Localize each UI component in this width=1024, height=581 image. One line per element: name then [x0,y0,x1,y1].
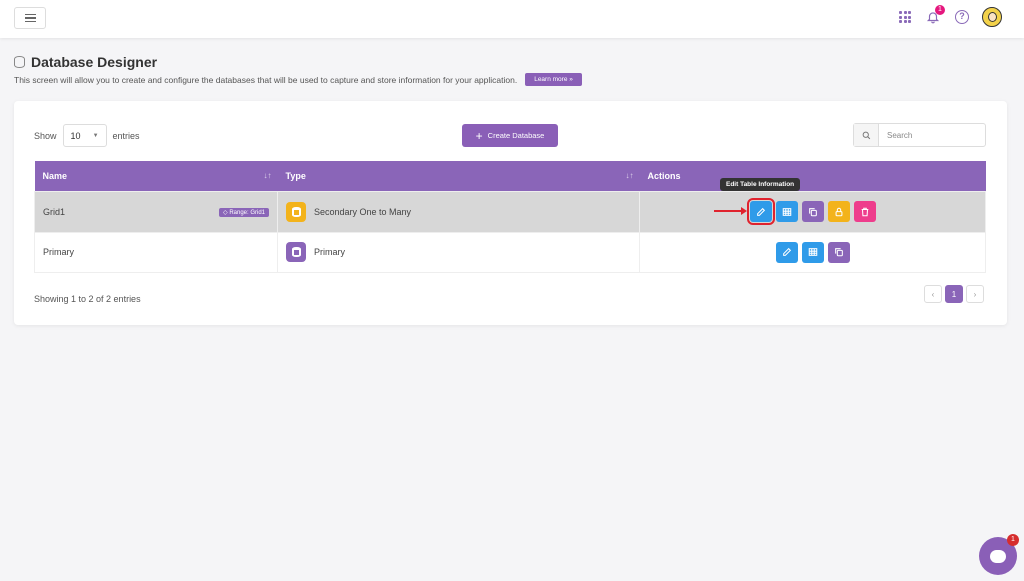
edit-icon [756,207,765,216]
chat-badge: 1 [1007,534,1019,546]
annotation-arrow [714,210,744,212]
cell-type: Primary [277,231,640,273]
pagination-next-button[interactable]: › [966,285,984,303]
database-table: Name ↓↑ Type ↓↑ Actions Grid1 ◇ Range: G… [34,161,986,273]
table-header-row: Name ↓↑ Type ↓↑ Actions [34,161,986,191]
notification-bell-icon[interactable]: 1 [924,5,945,26]
sort-icon: ↓↑ [263,171,272,180]
copy-button[interactable] [801,201,824,222]
grid-icon [782,207,791,216]
learn-more-button[interactable]: Learn more » [525,73,582,86]
search-icon [854,124,879,146]
create-database-label: Create Database [487,131,545,140]
plus-icon: + [475,128,483,143]
hamburger-menu-button[interactable] [14,7,46,29]
notification-badge: 1 [935,5,945,15]
entries-value: 10 [70,130,81,141]
column-header-type[interactable]: Type ↓↑ [277,161,640,191]
search-input[interactable] [879,124,979,146]
cell-actions [639,190,986,233]
column-header-name[interactable]: Name ↓↑ [34,161,278,191]
cell-name: Primary [34,231,278,273]
column-header-actions: Actions [639,161,986,191]
table-info: Showing 1 to 2 of 2 entries [34,294,141,304]
page-title-row: Database Designer [14,54,157,70]
edit-table-info-button[interactable] [775,241,798,263]
database-type-icon [286,242,306,262]
user-avatar[interactable] [982,7,1002,27]
cell-actions [639,231,986,273]
pagination: ‹ 1 › [924,285,984,303]
pagination-page-button[interactable]: 1 [945,285,963,303]
delete-button[interactable] [853,201,876,222]
lock-icon [835,207,842,216]
page-header: Database Designer [14,54,157,70]
pagination-prev-button[interactable]: ‹ [924,285,942,303]
database-list-card: Show 10 ▼ entries + Create Database Name… [14,101,1007,325]
copy-icon [834,248,843,257]
page-description: This screen will allow you to create and… [14,74,518,85]
trash-icon [861,207,868,216]
copy-icon [808,207,817,216]
top-bar: 1 ? [0,0,1024,38]
entries-label: entries [112,130,140,141]
edit-icon [782,247,791,256]
cell-name: Grid1 ◇ Range: Grid1 [34,190,278,233]
caret-down-icon: ▼ [92,132,99,139]
copy-button[interactable] [827,241,850,263]
edit-table-info-button[interactable] [746,198,775,225]
chat-icon [990,549,1006,563]
chat-launcher-button[interactable]: 1 [979,534,1019,575]
annotation-arrow-head [741,207,747,215]
top-icons: 1 ? [899,5,1002,27]
help-icon[interactable]: ? [955,10,969,24]
grid-view-button[interactable] [775,201,798,222]
page-title: Database Designer [31,54,158,70]
search-box [853,123,986,147]
range-badge: ◇ Range: Grid1 [219,207,269,217]
database-type-icon [286,201,306,222]
apps-grid-icon[interactable] [899,11,911,23]
grid-icon [808,248,817,256]
entries-length-control: Show 10 ▼ entries [34,124,140,147]
table-row: Primary Primary [34,231,986,273]
cell-type: Secondary One to Many [277,190,640,233]
database-icon [14,56,25,68]
sort-icon: ↓↑ [625,171,634,180]
table-row: Grid1 ◇ Range: Grid1 Secondary One to Ma… [34,190,986,233]
create-database-button[interactable]: + Create Database [462,124,558,147]
entries-select[interactable]: 10 ▼ [62,124,107,147]
edit-tooltip: Edit Table Information [720,178,801,191]
lock-button[interactable] [827,201,850,222]
grid-view-button[interactable] [801,241,824,263]
show-label: Show [34,130,57,141]
page-description-row: This screen will allow you to create and… [14,73,582,86]
